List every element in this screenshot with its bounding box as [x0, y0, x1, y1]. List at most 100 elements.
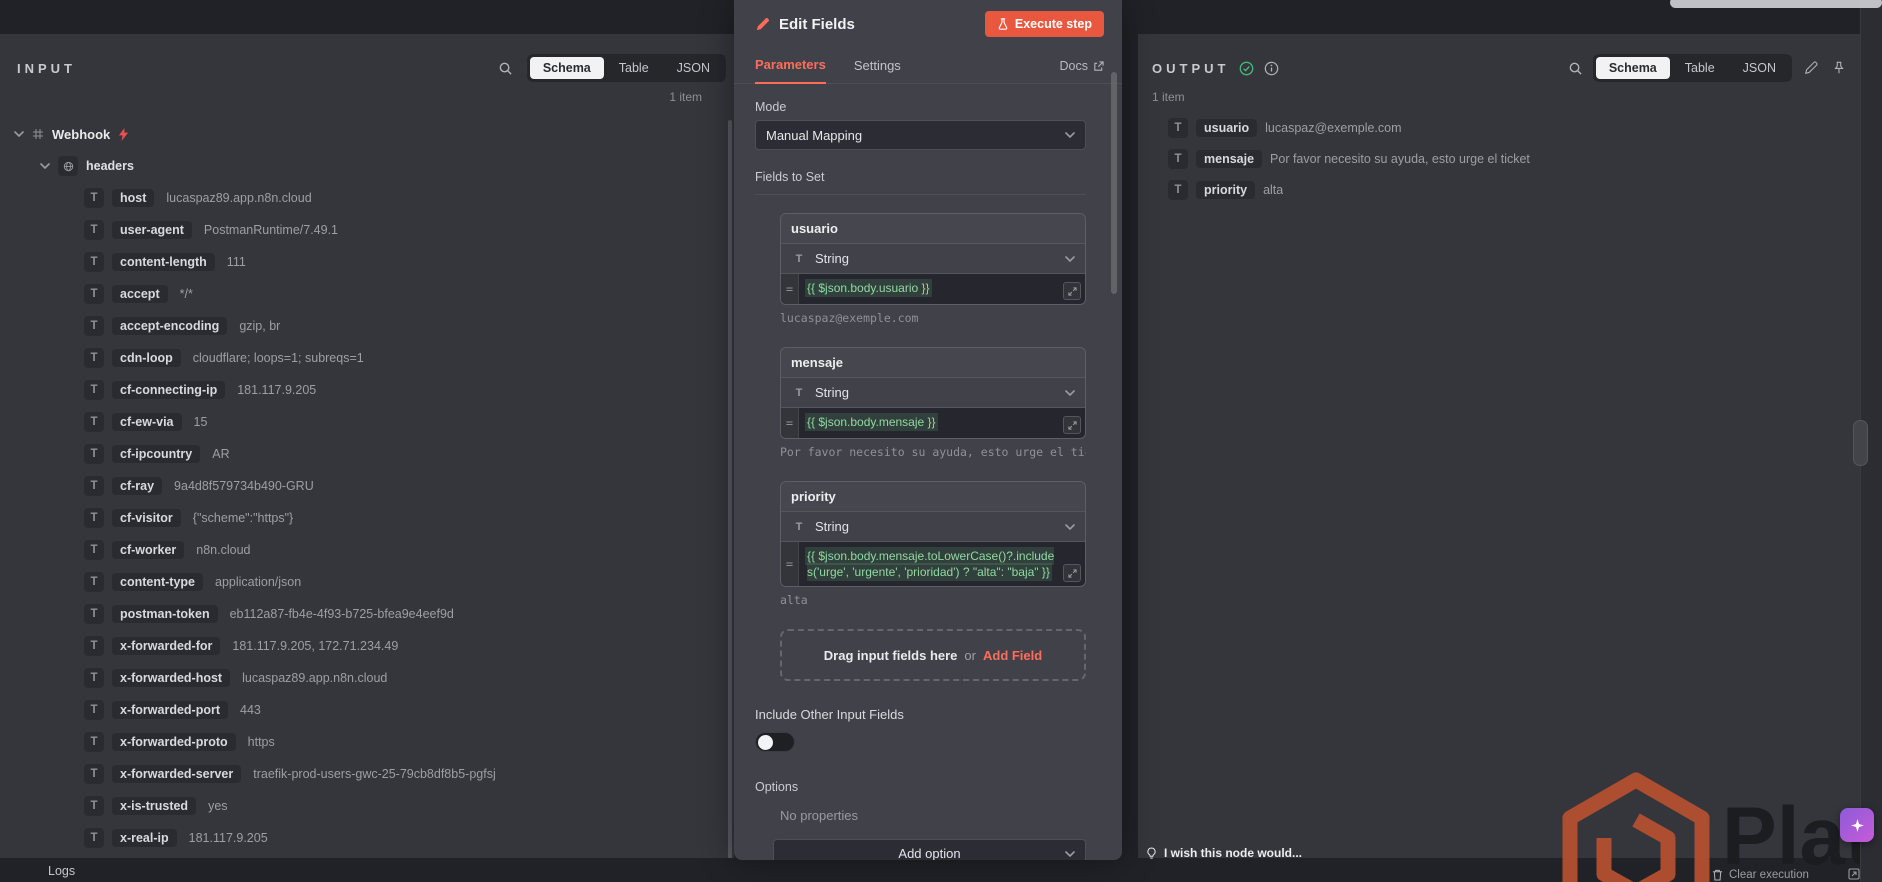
expand-expression-button[interactable]: [1063, 416, 1081, 434]
ai-assistant-button[interactable]: [1840, 808, 1874, 842]
schema-field-row[interactable]: cf-visitor {"scheme":"https"}: [0, 502, 728, 534]
open-logs-icon[interactable]: [1848, 868, 1860, 880]
expand-expression-button[interactable]: [1063, 282, 1081, 300]
field-key[interactable]: cdn-loop: [112, 349, 181, 367]
field-key[interactable]: cf-ipcountry: [112, 445, 201, 463]
tab-schema[interactable]: Schema: [1595, 57, 1670, 79]
chevron-down-icon[interactable]: [40, 163, 50, 169]
field-key[interactable]: x-forwarded-port: [112, 701, 228, 719]
expression-code[interactable]: {{ $json.body.mensaje.toLowerCase()?.inc…: [799, 542, 1085, 586]
pin-data-icon[interactable]: [1830, 59, 1848, 77]
schema-field-row[interactable]: cf-connecting-ip 181.117.9.205: [0, 374, 728, 406]
side-panel-tab[interactable]: [1853, 420, 1868, 466]
include-other-toggle[interactable]: [755, 732, 795, 752]
field-key[interactable]: cf-worker: [112, 541, 185, 559]
schema-field-row[interactable]: accept */*: [0, 278, 728, 310]
schema-node-webhook[interactable]: Webhook: [0, 118, 728, 150]
field-key[interactable]: mensaje: [1196, 149, 1263, 168]
field-key[interactable]: content-length: [112, 253, 215, 271]
field-key[interactable]: postman-token: [112, 605, 218, 623]
field-key[interactable]: x-forwarded-server: [112, 765, 242, 783]
field-key[interactable]: cf-ray: [112, 477, 163, 495]
field-key[interactable]: accept: [112, 285, 168, 303]
expression-input[interactable]: {{ $json.body.mensaje.toLowerCase()?.inc…: [781, 542, 1085, 586]
output-view-tabs: Schema Table JSON: [1592, 54, 1792, 82]
field-type-select[interactable]: String: [781, 378, 1085, 408]
drag-drop-area[interactable]: Drag input fields here or Add Field: [780, 629, 1086, 681]
tab-schema[interactable]: Schema: [529, 57, 604, 79]
field-key[interactable]: host: [112, 189, 155, 207]
node-feedback-link[interactable]: I wish this node would...: [1146, 846, 1302, 860]
schema-field-row[interactable]: postman-token eb112a87-fb4e-4f93-b725-bf…: [0, 598, 728, 630]
tab-json[interactable]: JSON: [664, 57, 723, 79]
field-key[interactable]: x-forwarded-for: [112, 637, 221, 655]
schema-field-row[interactable]: x-is-trusted yes: [0, 790, 728, 822]
schema-field-row[interactable]: x-forwarded-proto https: [0, 726, 728, 758]
add-field-button[interactable]: Add Field: [983, 648, 1042, 663]
field-type-select[interactable]: String: [781, 512, 1085, 542]
expression-code[interactable]: {{ $json.body.usuario }}: [799, 274, 1085, 304]
output-field-row[interactable]: usuario lucaspaz@exemple.com: [1138, 112, 1882, 143]
schema-field-row[interactable]: content-length 111: [0, 246, 728, 278]
field-key[interactable]: usuario: [1196, 118, 1258, 137]
tab-settings[interactable]: Settings: [854, 58, 901, 83]
field-key[interactable]: cf-connecting-ip: [112, 381, 226, 399]
schema-field-row[interactable]: content-type application/json: [0, 566, 728, 598]
tab-table[interactable]: Table: [1672, 57, 1728, 79]
schema-field-row[interactable]: x-real-ip 181.117.9.205: [0, 822, 728, 854]
field-value: 9a4d8f579734b490-GRU: [174, 479, 314, 493]
tab-json[interactable]: JSON: [1730, 57, 1789, 79]
field-name-input[interactable]: mensaje: [781, 348, 1085, 378]
clear-execution-button[interactable]: Clear execution: [1712, 869, 1809, 881]
field-key[interactable]: content-type: [112, 573, 203, 591]
search-icon[interactable]: [498, 61, 513, 76]
schema-field-row[interactable]: x-forwarded-server traefik-prod-users-gw…: [0, 758, 728, 790]
tab-table[interactable]: Table: [606, 57, 662, 79]
schema-field-row[interactable]: user-agent PostmanRuntime/7.49.1: [0, 214, 728, 246]
string-type-icon: [84, 348, 104, 368]
field-key[interactable]: x-forwarded-proto: [112, 733, 236, 751]
search-icon[interactable]: [1568, 61, 1583, 76]
schema-group-headers[interactable]: headers: [0, 150, 728, 182]
schema-field-row[interactable]: host lucaspaz89.app.n8n.cloud: [0, 182, 728, 214]
schema-group-params[interactable]: params: [0, 854, 728, 858]
schema-field-row[interactable]: cdn-loop cloudflare; loops=1; subreqs=1: [0, 342, 728, 374]
field-key[interactable]: cf-ew-via: [112, 413, 182, 431]
mode-select[interactable]: Manual Mapping: [755, 120, 1086, 150]
field-key[interactable]: cf-visitor: [112, 509, 181, 527]
field-key[interactable]: accept-encoding: [112, 317, 228, 335]
field-name-input[interactable]: usuario: [781, 214, 1085, 244]
schema-field-row[interactable]: x-forwarded-host lucaspaz89.app.n8n.clou…: [0, 662, 728, 694]
success-check-icon: [1239, 61, 1254, 76]
expression-input[interactable]: {{ $json.body.mensaje }}: [781, 408, 1085, 438]
chevron-down-icon[interactable]: [14, 131, 24, 137]
logs-panel-label[interactable]: Logs: [48, 864, 75, 878]
field-type-select[interactable]: String: [781, 244, 1085, 274]
docs-link[interactable]: Docs: [1060, 59, 1104, 83]
schema-field-row[interactable]: cf-ew-via 15: [0, 406, 728, 438]
output-field-row[interactable]: priority alta: [1138, 174, 1882, 205]
edit-output-icon[interactable]: [1802, 59, 1820, 77]
tab-parameters[interactable]: Parameters: [755, 57, 826, 84]
schema-field-row[interactable]: x-forwarded-for 181.117.9.205, 172.71.23…: [0, 630, 728, 662]
info-icon[interactable]: [1264, 61, 1279, 76]
expression-code[interactable]: {{ $json.body.mensaje }}: [799, 408, 1085, 438]
add-option-select[interactable]: Add option: [773, 839, 1086, 860]
field-key[interactable]: x-real-ip: [112, 829, 177, 847]
schema-field-row[interactable]: cf-ipcountry AR: [0, 438, 728, 470]
field-key[interactable]: user-agent: [112, 221, 192, 239]
expand-expression-button[interactable]: [1063, 564, 1081, 582]
schema-field-row[interactable]: cf-ray 9a4d8f579734b490-GRU: [0, 470, 728, 502]
field-key[interactable]: x-forwarded-host: [112, 669, 231, 687]
expression-input[interactable]: {{ $json.body.usuario }}: [781, 274, 1085, 304]
input-scrollbar[interactable]: [728, 120, 732, 858]
schema-field-row[interactable]: accept-encoding gzip, br: [0, 310, 728, 342]
schema-field-row[interactable]: cf-worker n8n.cloud: [0, 534, 728, 566]
output-field-row[interactable]: mensaje Por favor necesito su ayuda, est…: [1138, 143, 1882, 174]
execute-step-button[interactable]: Execute step: [984, 11, 1104, 37]
field-key[interactable]: x-is-trusted: [112, 797, 197, 815]
field-key[interactable]: priority: [1196, 180, 1256, 199]
node-panel-scrollbar[interactable]: [1111, 72, 1117, 294]
schema-field-row[interactable]: x-forwarded-port 443: [0, 694, 728, 726]
field-name-input[interactable]: priority: [781, 482, 1085, 512]
